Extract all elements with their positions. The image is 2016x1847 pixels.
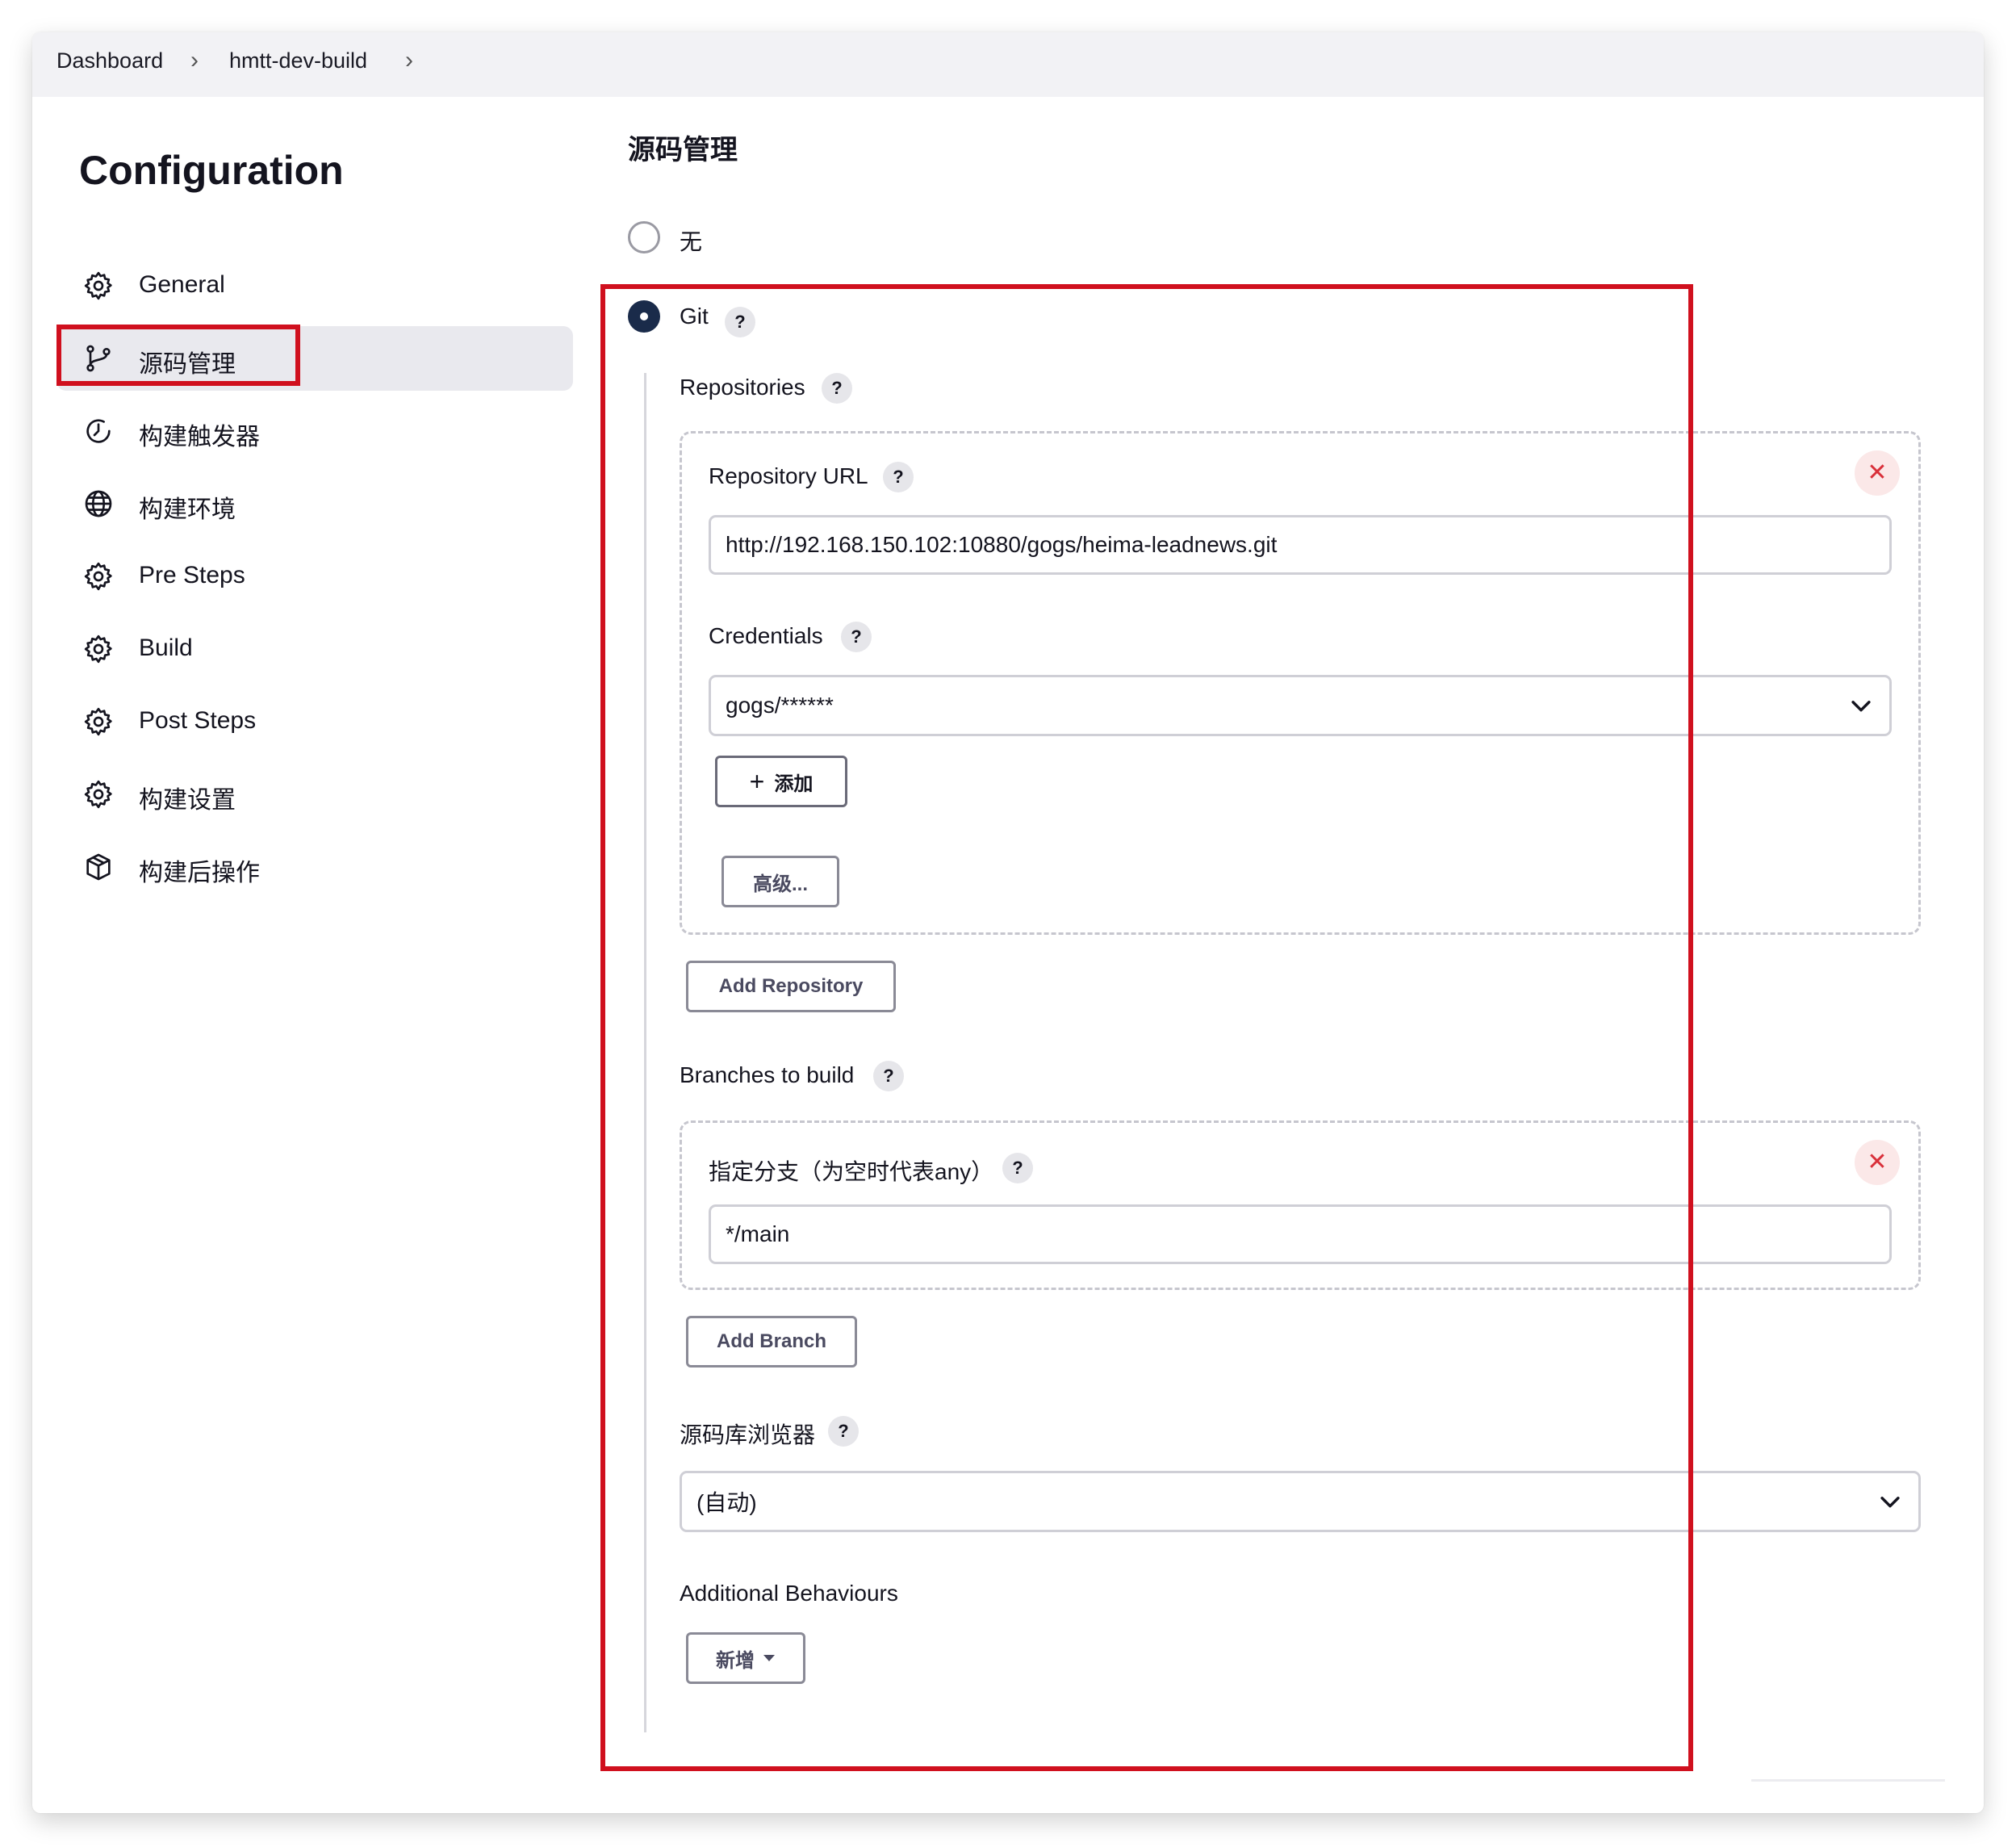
sidebar-item-label: 构建设置 — [139, 787, 236, 814]
sidebar-item-build-settings[interactable]: 构建设置 — [56, 762, 573, 827]
sidebar-item-pre-steps[interactable]: Pre Steps — [56, 544, 573, 609]
globe-icon — [85, 490, 112, 517]
sidebar-item-triggers[interactable]: 构建触发器 — [56, 399, 573, 463]
chevron-down-icon — [1851, 701, 1871, 712]
sidebar-item-post-build[interactable]: 构建后操作 — [56, 835, 573, 899]
config-page: Dashboard › hmtt-dev-build › Configurati… — [32, 32, 1984, 1813]
sidebar-item-label: 构建环境 — [139, 496, 236, 523]
sidebar-item-label: 构建触发器 — [139, 424, 260, 450]
breadcrumb-job[interactable]: hmtt-dev-build — [229, 48, 367, 73]
divider — [1751, 1779, 1945, 1782]
gear-icon — [84, 562, 112, 591]
git-highlight-box — [600, 284, 1693, 1771]
clock-icon — [86, 419, 111, 443]
gear-icon — [84, 635, 112, 664]
sidebar-item-label: Post Steps — [139, 707, 257, 734]
sidebar-item-label: Build — [139, 635, 193, 661]
gear-icon — [84, 780, 112, 809]
radio-none-label: 无 — [680, 229, 703, 254]
package-icon — [86, 853, 111, 881]
breadcrumb: Dashboard › hmtt-dev-build › — [32, 32, 1984, 97]
page-title: Configuration — [79, 148, 344, 193]
section-title: 源码管理 — [628, 135, 738, 165]
chevron-right-icon[interactable]: › — [405, 47, 413, 74]
close-icon[interactable]: ✕ — [1855, 450, 1900, 496]
sidebar-item-build[interactable]: Build — [56, 617, 573, 681]
sidebar-highlight-box — [56, 325, 300, 386]
sidebar-item-post-steps[interactable]: Post Steps — [56, 689, 573, 754]
chevron-down-icon — [1880, 1497, 1900, 1508]
sidebar-item-environment[interactable]: 构建环境 — [56, 471, 573, 536]
sidebar-item-label: 构建后操作 — [139, 860, 260, 886]
gear-icon — [84, 271, 112, 300]
gear-icon — [84, 707, 112, 736]
sidebar-item-label: Pre Steps — [139, 562, 245, 588]
sidebar-item-label: General — [139, 271, 225, 298]
sidebar-item-general[interactable]: General — [56, 253, 573, 318]
radio-none[interactable] — [628, 221, 660, 253]
breadcrumb-dashboard[interactable]: Dashboard — [56, 48, 163, 73]
close-icon[interactable]: ✕ — [1855, 1140, 1900, 1185]
chevron-right-icon[interactable]: › — [190, 47, 199, 74]
